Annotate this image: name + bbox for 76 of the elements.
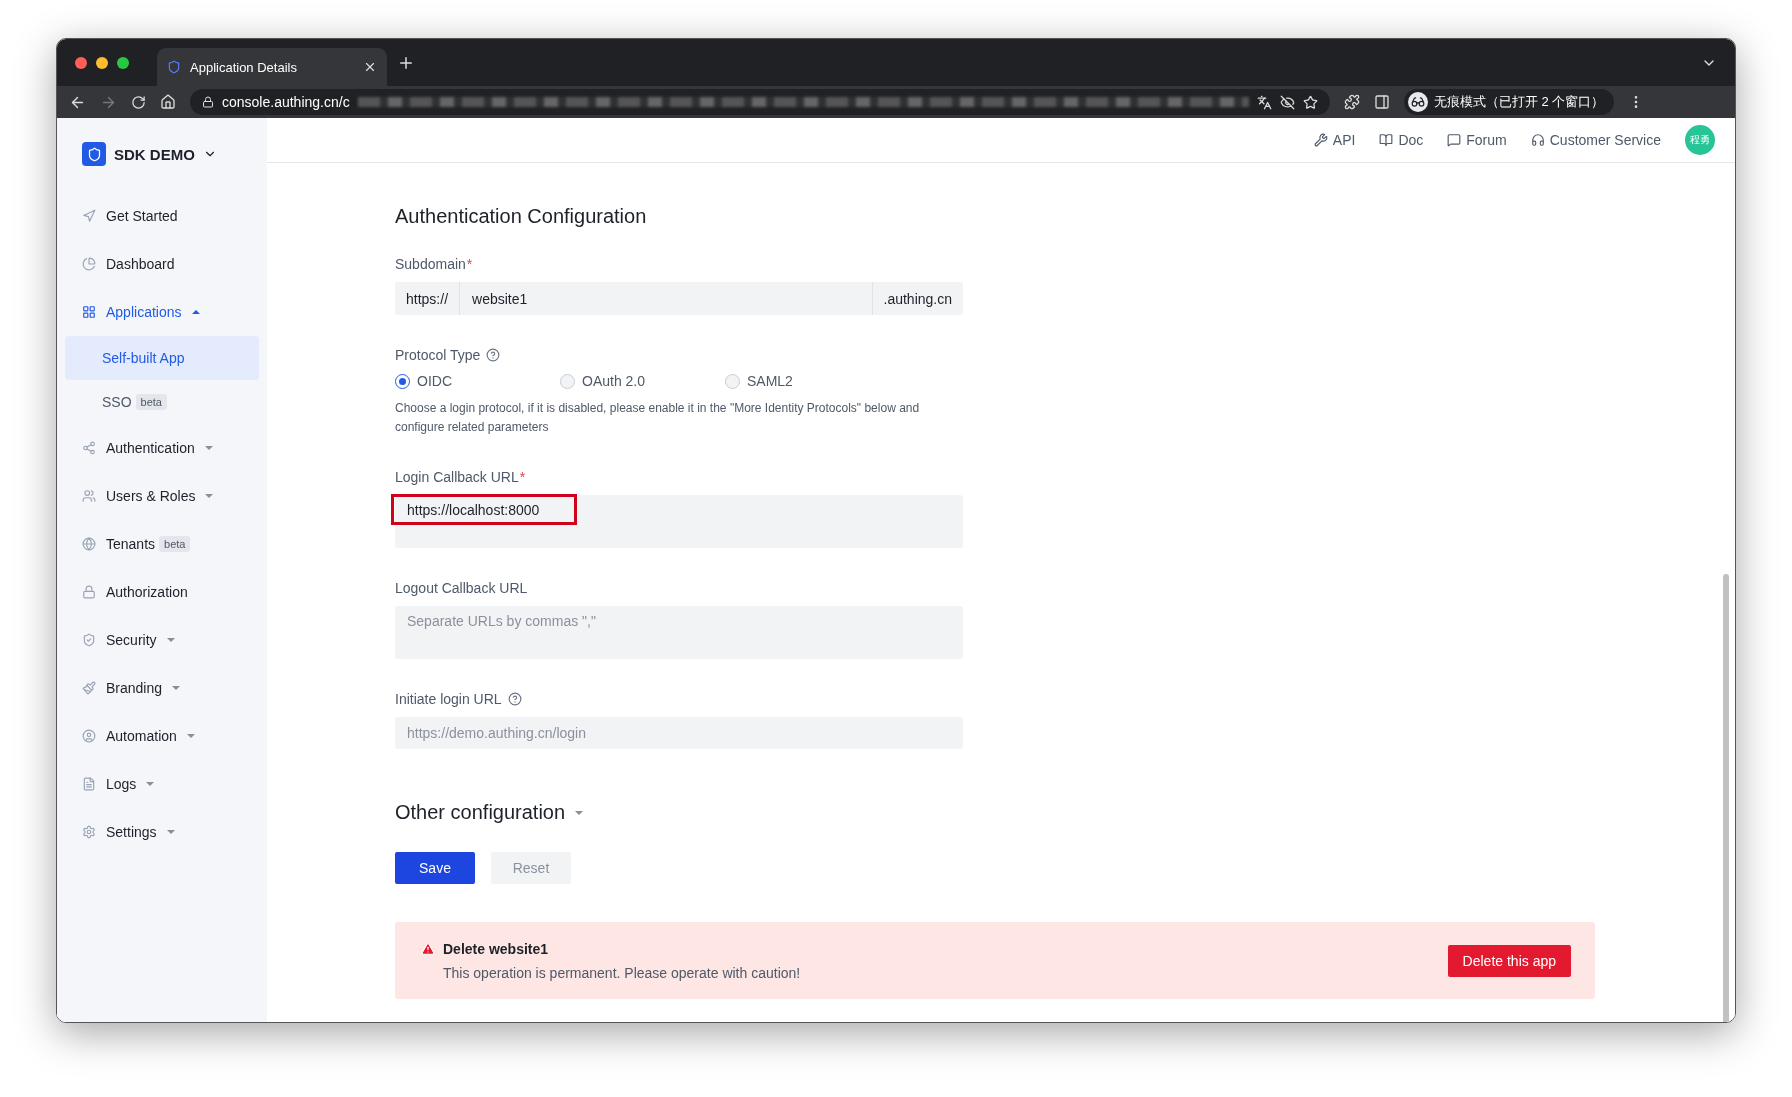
- sidebar-item[interactable]: Authorization: [65, 568, 259, 616]
- reload-icon[interactable]: [131, 94, 146, 110]
- lock-icon: [202, 96, 214, 108]
- sidebar-item[interactable]: Self-built App: [65, 336, 259, 380]
- headset-icon: [1530, 133, 1545, 147]
- address-bar[interactable]: console.authing.cn/c: [190, 89, 1330, 115]
- document-icon: [82, 777, 96, 791]
- sidebar-item[interactable]: Get Started: [65, 192, 259, 240]
- sidebar-item[interactable]: Users & Roles: [65, 472, 259, 520]
- field-label: Subdomain: [395, 256, 466, 272]
- side-panel-icon[interactable]: [1374, 94, 1390, 110]
- maximize-window-button[interactable]: [117, 56, 129, 69]
- close-window-button[interactable]: [75, 56, 87, 69]
- sidebar-item[interactable]: Settings: [65, 808, 259, 856]
- field-label: Logout Callback URL: [395, 580, 528, 596]
- help-icon: [507, 692, 522, 706]
- users-icon: [82, 489, 96, 503]
- sidebar-item[interactable]: Logs: [65, 760, 259, 808]
- star-icon[interactable]: [1303, 94, 1318, 110]
- puzzle-icon[interactable]: [1344, 94, 1360, 110]
- tools-icon: [1313, 133, 1328, 147]
- browser-tab[interactable]: Application Details: [157, 48, 387, 86]
- radio-option[interactable]: OAuth 2.0: [560, 373, 725, 389]
- eye-off-icon[interactable]: [1280, 94, 1295, 110]
- header-link[interactable]: Doc: [1379, 132, 1424, 148]
- project-name: SDK DEMO: [114, 145, 195, 163]
- shield-icon: [82, 633, 96, 647]
- shield-icon: [167, 60, 181, 74]
- profile-button[interactable]: 无痕模式（已打开 2 个窗口）: [1404, 89, 1615, 115]
- save-button[interactable]: Save: [395, 852, 475, 884]
- brush-icon: [82, 681, 96, 695]
- home-icon[interactable]: [160, 94, 176, 110]
- alert-message: This operation is permanent. Please operate with caution!: [442, 964, 802, 981]
- radio-option[interactable]: SAML2: [725, 373, 890, 389]
- logo-icon: [82, 142, 106, 166]
- header-link[interactable]: API: [1313, 132, 1356, 148]
- beta-badge: beta: [135, 394, 167, 410]
- sidebar-item[interactable]: SSO beta: [65, 380, 259, 424]
- warning-icon: [421, 941, 435, 956]
- glasses-icon: [1408, 92, 1428, 112]
- field-label: Protocol Type: [395, 347, 481, 363]
- section-title: Authentication Configuration: [395, 205, 648, 228]
- delete-button[interactable]: Delete this app: [1447, 944, 1571, 977]
- lock-icon: [82, 585, 96, 599]
- sidebar-item[interactable]: Tenants beta: [65, 520, 259, 568]
- field-label: Login Callback URL: [395, 469, 519, 485]
- navigation-icon: [82, 209, 96, 223]
- minimize-window-button[interactable]: [96, 56, 108, 69]
- sidebar-item[interactable]: Applications: [65, 288, 259, 336]
- book-icon: [1379, 133, 1394, 147]
- translate-icon[interactable]: [1257, 94, 1272, 110]
- sidebar-item[interactable]: Branding: [65, 664, 259, 712]
- header-link[interactable]: Customer Service: [1530, 132, 1661, 148]
- subdomain-field[interactable]: https:// website1 .authing.cn: [395, 282, 963, 315]
- sidebar-item[interactable]: Automation: [65, 712, 259, 760]
- sidebar-item[interactable]: Dashboard: [65, 240, 259, 288]
- field-label: Initiate login URL: [395, 691, 502, 707]
- pie-chart-icon: [82, 257, 96, 271]
- settings-icon: [82, 825, 96, 839]
- required-mark: *: [519, 469, 526, 485]
- url-text: console.authing.cn/c: [222, 94, 350, 110]
- alert-title: Delete website1: [443, 940, 549, 957]
- radio-option[interactable]: OIDC: [395, 373, 560, 389]
- grid-icon: [82, 305, 96, 319]
- other-configuration-toggle[interactable]: Other configuration: [395, 801, 1735, 824]
- hint-text: Choose a login protocol, if it is disabled, please enable it in the "More Identity Protocols" below and configure related parameters: [395, 400, 921, 436]
- message-icon: [1447, 133, 1462, 147]
- share-icon: [82, 441, 96, 455]
- required-mark: *: [466, 256, 473, 272]
- beta-badge: beta: [159, 536, 191, 552]
- close-icon[interactable]: [363, 60, 377, 74]
- header-link[interactable]: Forum: [1447, 132, 1507, 148]
- globe-icon: [82, 537, 96, 551]
- sidebar-item[interactable]: Security: [65, 616, 259, 664]
- help-icon: [486, 348, 501, 362]
- sidebar-item[interactable]: Authentication: [65, 424, 259, 472]
